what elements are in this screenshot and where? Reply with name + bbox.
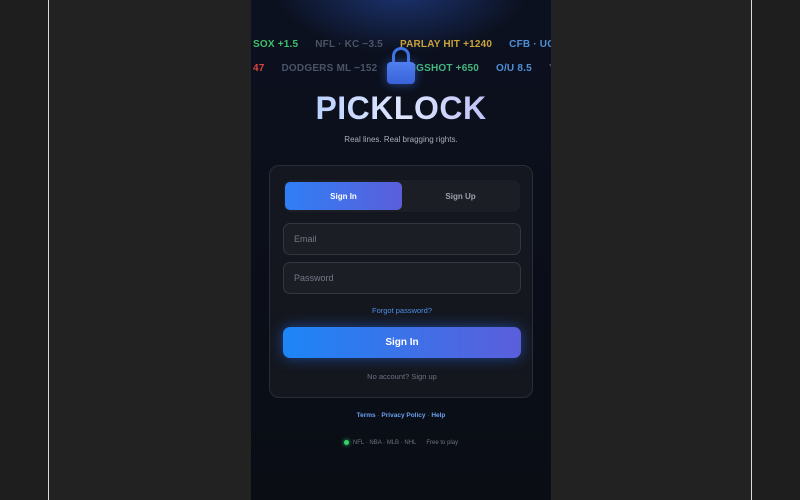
sign-in-button[interactable]: Sign In	[283, 327, 521, 358]
ticker-item: 47	[253, 63, 265, 74]
help-link[interactable]: Help	[431, 412, 445, 419]
live-status-dot	[343, 440, 349, 445]
footer-links: Terms · Privacy Policy · Help	[251, 412, 551, 419]
link-separator: ·	[377, 412, 380, 419]
padlock-icon	[387, 47, 415, 85]
app-screen: SOX +1.5 NFL · KC −3.5 PARLAY HIT +1240 …	[251, 0, 551, 500]
ticker-item: NFL · KC −3.5	[315, 39, 383, 50]
tab-sign-up[interactable]: Sign Up	[402, 182, 519, 210]
padlock-body	[387, 62, 415, 84]
forgot-password-link[interactable]: Forgot password?	[270, 306, 534, 315]
ticker-item: CFB · UGA	[509, 39, 551, 50]
email-field[interactable]	[283, 223, 521, 255]
privacy-policy-link[interactable]: Privacy Policy	[381, 412, 425, 419]
terms-link[interactable]: Terms	[357, 412, 376, 419]
tab-sign-in[interactable]: Sign In	[285, 182, 402, 210]
password-field[interactable]	[283, 262, 521, 294]
free-to-play-label: Free to play	[426, 440, 459, 447]
footer-status: NFL · NBA · MLB · NHL Free to play	[251, 440, 551, 446]
brand-tagline: Real lines. Real bragging rights.	[344, 135, 458, 144]
ticker-item: SOX +1.5	[253, 39, 299, 50]
sign-up-link[interactable]: No account? Sign up	[270, 372, 534, 381]
auth-tabs: Sign In Sign Up	[284, 180, 520, 212]
link-separator: ·	[427, 412, 430, 419]
brand-title: PICKLOCK	[251, 90, 551, 127]
ticker-item: YA	[549, 63, 551, 74]
ticker-item: DODGERS ML −152	[281, 63, 378, 74]
leagues-label: NFL · NBA · MLB · NHL	[352, 440, 417, 447]
ticker-item: O/U 8.5	[495, 63, 532, 74]
browser-frame: SOX +1.5 NFL · KC −3.5 PARLAY HIT +1240 …	[48, 0, 752, 500]
auth-card: Sign In Sign Up Forgot password? Sign In…	[269, 165, 533, 398]
